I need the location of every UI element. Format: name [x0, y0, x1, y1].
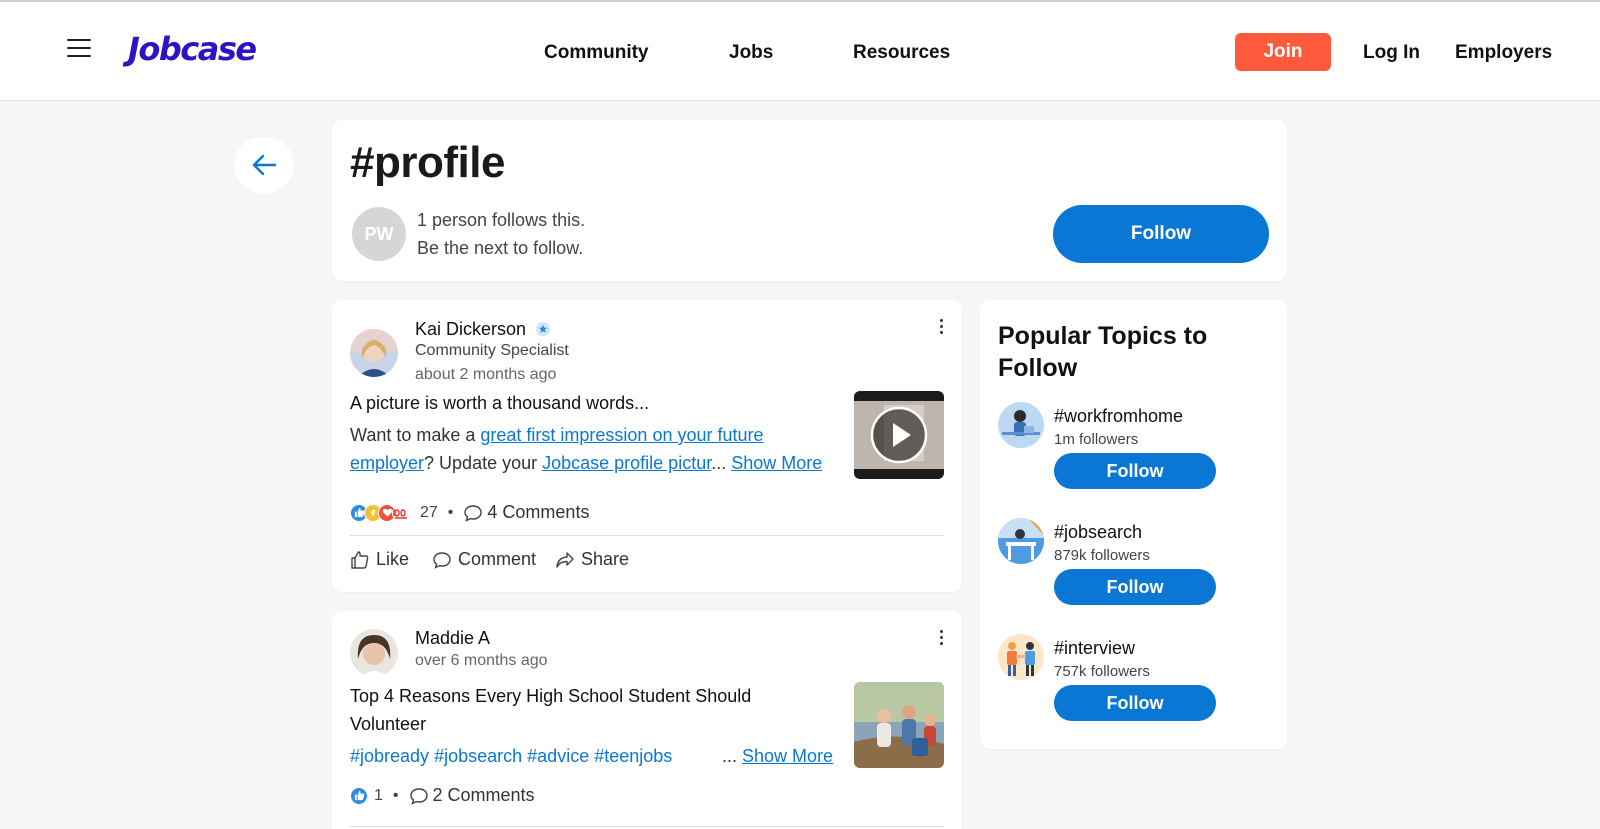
comments-count-text: 2 Comments: [432, 785, 535, 805]
video-thumbnail[interactable]: [854, 391, 944, 479]
login-link[interactable]: Log In: [1363, 42, 1420, 64]
comment-bubble-icon: [464, 504, 483, 522]
post-body: Want to make a great first impression on…: [350, 421, 845, 477]
share-button[interactable]: Share: [555, 549, 629, 570]
post-thumbnail[interactable]: [854, 682, 944, 768]
follow-tag-button[interactable]: Follow: [1053, 205, 1269, 263]
reaction-count: 1: [374, 786, 383, 804]
follower-count-text: 1 person follows this.: [417, 210, 586, 230]
author-name[interactable]: Kai Dickerson: [415, 319, 551, 340]
comment-label: Comment: [458, 549, 537, 569]
share-label: Share: [581, 549, 630, 569]
ellipsis: ...: [711, 453, 727, 473]
post-body-text: Want to make a: [350, 425, 481, 445]
post-title-line: Volunteer: [350, 714, 427, 734]
post-title[interactable]: Top 4 Reasons Every High School Student …: [350, 682, 751, 738]
comment-icon: [433, 551, 451, 569]
post-divider: [350, 826, 944, 827]
share-arrow-icon: [556, 551, 574, 568]
show-more-link[interactable]: Show More: [742, 746, 833, 766]
author-name[interactable]: Maddie A: [415, 628, 490, 649]
post-title[interactable]: A picture is worth a thousand words...: [350, 389, 649, 417]
employers-link[interactable]: Employers: [1455, 42, 1552, 64]
reaction-summary[interactable]: 1 • 2 Comments: [350, 785, 535, 806]
join-button[interactable]: Join: [1235, 33, 1331, 71]
comments-count-link[interactable]: 2 Comments: [409, 785, 535, 806]
back-button[interactable]: [234, 137, 294, 193]
post-card: Maddie A over 6 months ago Top 4 Reasons…: [332, 611, 962, 829]
author-name-text: Kai Dickerson: [415, 319, 527, 339]
topic-name-jobsearch[interactable]: #jobsearch: [1054, 522, 1142, 543]
post-timestamp: about 2 months ago: [415, 366, 557, 383]
separator-dot: •: [447, 503, 454, 521]
show-more-link[interactable]: Show More: [731, 453, 822, 473]
hundred-reaction-icon: [392, 503, 410, 522]
nav-jobs[interactable]: Jobs: [729, 42, 773, 64]
like-reaction-icon: [350, 786, 368, 805]
post-body-text: ? Update your: [424, 453, 543, 473]
like-button[interactable]: Like: [350, 549, 409, 570]
top-navigation-bar: Jobcase Community Jobs Resources Join Lo…: [0, 0, 1600, 101]
reaction-summary[interactable]: 27 • 4 Comments: [350, 502, 589, 523]
verified-badge-icon: [536, 322, 551, 336]
hashtag-teenjobs[interactable]: #teenjobs: [594, 746, 672, 766]
follow-jobsearch-button[interactable]: Follow: [1054, 569, 1216, 605]
author-role: Community Specialist: [415, 342, 569, 359]
more-options-icon[interactable]: [938, 319, 944, 337]
jobcase-logo[interactable]: Jobcase: [128, 30, 257, 68]
author-avatar[interactable]: [350, 329, 398, 377]
post-title-line: Top 4 Reasons Every High School Student …: [350, 686, 752, 706]
follow-prompt-text: Be the next to follow.: [417, 238, 584, 258]
topic-followers-jobsearch: 879k followers: [1054, 547, 1150, 564]
comments-count-link[interactable]: 4 Comments: [463, 502, 589, 523]
follow-workfromhome-button[interactable]: Follow: [1054, 453, 1216, 489]
hashtag-jobready[interactable]: #jobready: [350, 746, 429, 766]
ellipsis: ...: [722, 746, 738, 766]
topic-followers-interview: 757k followers: [1054, 663, 1150, 680]
post-divider: [350, 535, 944, 536]
post-link-profile-picture[interactable]: Jobcase profile pictur: [542, 453, 711, 473]
topic-followers-workfromhome: 1m followers: [1054, 431, 1139, 448]
hashtag-advice[interactable]: #advice: [527, 746, 589, 766]
popular-topics-title: Popular Topics to Follow: [998, 322, 1208, 382]
more-options-icon[interactable]: [938, 630, 944, 648]
topic-name-interview[interactable]: #interview: [1054, 638, 1135, 659]
topic-avatar-jobsearch[interactable]: [998, 518, 1044, 564]
nav-resources[interactable]: Resources: [853, 42, 950, 64]
comments-count-text: 4 Comments: [487, 502, 590, 522]
topic-avatar-interview[interactable]: [998, 634, 1044, 680]
arrow-left-icon: [252, 154, 277, 176]
page-title: #profile: [350, 138, 505, 187]
topic-name-workfromhome[interactable]: #workfromhome: [1054, 406, 1183, 427]
hamburger-menu-icon[interactable]: [67, 39, 91, 59]
comment-button[interactable]: Comment: [432, 549, 536, 570]
like-label: Like: [376, 549, 410, 569]
topic-avatar-workfromhome[interactable]: [998, 402, 1044, 448]
show-more-wrap: ... Show More: [722, 742, 833, 770]
reaction-count: 27: [420, 503, 438, 521]
post-timestamp: over 6 months ago: [415, 652, 548, 669]
post-card: Kai Dickerson Community Specialist about…: [332, 300, 962, 592]
nav-community[interactable]: Community: [544, 42, 649, 64]
hashtag-jobsearch[interactable]: #jobsearch: [434, 746, 522, 766]
tag-header-card: #profile PW 1 person follows this. Be th…: [332, 120, 1287, 281]
follower-avatar: PW: [352, 207, 406, 261]
separator-dot: •: [392, 786, 399, 804]
popular-topics-card: Popular Topics to Follow #workfromhome 1…: [980, 300, 1287, 749]
author-avatar[interactable]: [350, 629, 398, 677]
thumbs-up-icon: [351, 550, 369, 569]
comment-bubble-icon: [409, 787, 428, 805]
follow-interview-button[interactable]: Follow: [1054, 685, 1216, 721]
